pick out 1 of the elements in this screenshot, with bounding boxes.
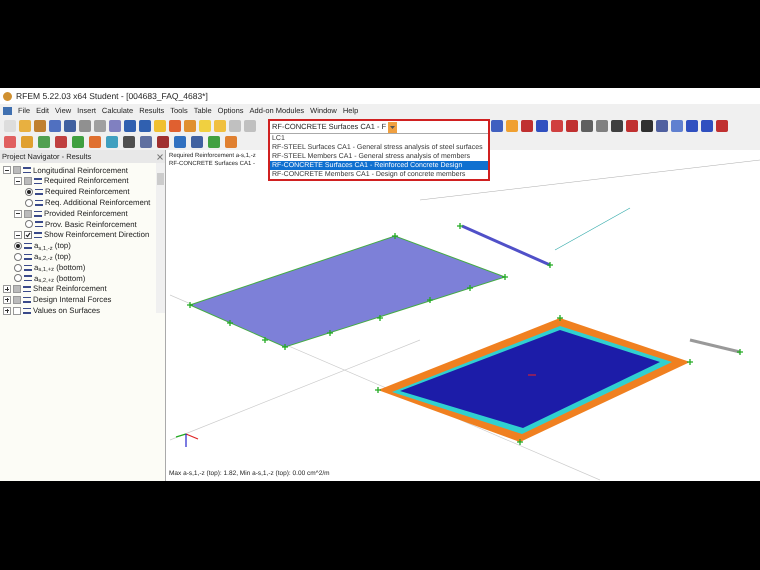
window-title: RFEM 5.22.03 x64 Student - [004683_FAQ_4683*] [16, 90, 208, 102]
